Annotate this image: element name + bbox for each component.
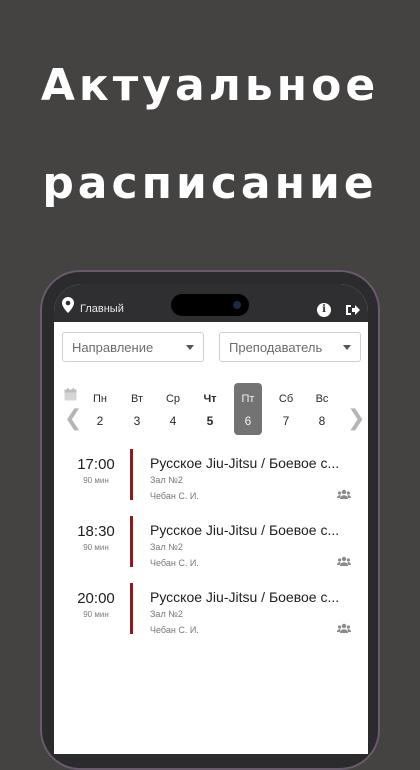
week-selector: ❮ ❯ Пн 2 Вт 3 Ср 4 Чт 5 Пт 6 Сб 7 Вс 8 [54,383,368,435]
day-sun[interactable]: Вс 8 [308,383,336,435]
event-accent-bar [130,516,133,567]
event-time: 20:00 [77,590,115,607]
teacher-select[interactable]: Преподаватель [219,332,361,362]
schedule-item[interactable]: 17:00 90 мин Русское Jiu-Jitsu / Боевое … [54,449,368,505]
info-icon[interactable]: i [317,303,331,317]
day-date: 6 [244,414,252,428]
event-coach: Чебан С. И. [150,625,199,635]
day-thu[interactable]: Чт 5 [196,383,224,435]
event-time: 18:30 [77,523,115,540]
logout-icon[interactable] [345,303,360,317]
day-fri[interactable]: Пт 6 [234,383,262,435]
day-date: 3 [133,414,141,428]
promo-headline-line1: Актуальное [40,60,380,111]
day-name: Пн [93,393,107,405]
day-sat[interactable]: Сб 7 [272,383,300,435]
event-title: Русское Jiu-Jitsu / Боевое с... [150,455,340,471]
event-duration: 90 мин [83,476,109,485]
day-wed[interactable]: Ср 4 [159,383,187,435]
top-bar: Главный i [54,284,368,322]
event-coach: Чебан С. И. [150,558,199,568]
next-week-arrow-icon[interactable]: ❯ [347,407,365,429]
day-date: 7 [282,414,290,428]
event-coach: Чебан С. И. [150,491,199,501]
location-label[interactable]: Главный [80,303,124,315]
event-hall: Зал №2 [150,475,183,485]
camera-notch [171,294,249,316]
prev-week-arrow-icon[interactable]: ❮ [64,407,82,429]
event-accent-bar [130,583,133,634]
day-mon[interactable]: Пн 2 [86,383,114,435]
day-name: Вт [130,393,143,405]
event-title: Русское Jiu-Jitsu / Боевое с... [150,522,340,538]
event-hall: Зал №2 [150,609,183,619]
day-date: 2 [96,414,104,428]
filters-row: Направление Преподаватель [62,332,361,364]
day-name: Сб [278,393,294,405]
day-name: Пт [241,393,255,405]
day-date: 4 [169,414,177,428]
location-pin-icon[interactable] [62,297,74,313]
day-date: 5 [206,414,214,428]
event-title: Русское Jiu-Jitsu / Боевое с... [150,589,340,605]
day-date: 8 [318,414,326,428]
direction-select[interactable]: Направление [62,332,204,362]
day-name: Вс [315,393,329,405]
day-name: Чт [203,393,217,405]
event-hall: Зал №2 [150,542,183,552]
calendar-icon[interactable] [64,388,77,401]
day-name: Ср [165,393,181,405]
schedule-item[interactable]: 20:00 90 мин Русское Jiu-Jitsu / Боевое … [54,583,368,639]
chevron-down-icon [343,345,351,350]
promo-headline-line2: расписание [42,158,378,209]
group-users-icon [337,623,351,633]
event-accent-bar [130,449,133,500]
app-screen: Главный i Направление Преподаватель ❮ ❯ … [54,284,368,754]
day-tue[interactable]: Вт 3 [123,383,151,435]
chevron-down-icon [186,345,194,350]
event-duration: 90 мин [83,543,109,552]
schedule-item[interactable]: 18:30 90 мин Русское Jiu-Jitsu / Боевое … [54,516,368,572]
teacher-select-label: Преподаватель [229,340,323,355]
group-users-icon [337,489,351,499]
event-time: 17:00 [77,456,115,473]
group-users-icon [337,556,351,566]
event-duration: 90 мин [83,610,109,619]
direction-select-label: Направление [72,340,154,355]
